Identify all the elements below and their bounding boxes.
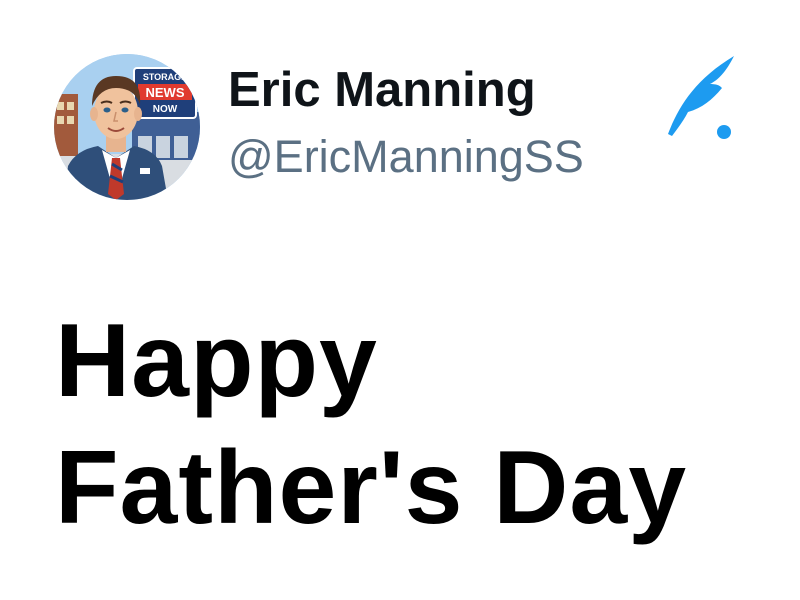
author-handle[interactable]: @EricManningSS <box>228 134 584 179</box>
sign-line-3: NOW <box>153 104 178 115</box>
post-text: Happy Father's Day <box>55 298 755 552</box>
post-text-line-2: Father's Day <box>55 430 688 546</box>
author-display-name[interactable]: Eric Manning <box>228 66 536 115</box>
storage-news-now-sign: STORAGE NEWS NOW <box>133 67 197 119</box>
avatar[interactable]: STORAGE NEWS NOW <box>54 54 200 200</box>
sign-line-1: STORAGE <box>143 72 187 82</box>
quill-feather-icon <box>660 50 740 146</box>
sign-line-2: NEWS <box>146 85 185 100</box>
post-card: STORAGE NEWS NOW Eric Manning @EricManni… <box>0 0 800 600</box>
cartoon-man-avatar-icon: STORAGE NEWS NOW <box>54 54 200 200</box>
post-text-line-1: Happy <box>55 303 378 419</box>
